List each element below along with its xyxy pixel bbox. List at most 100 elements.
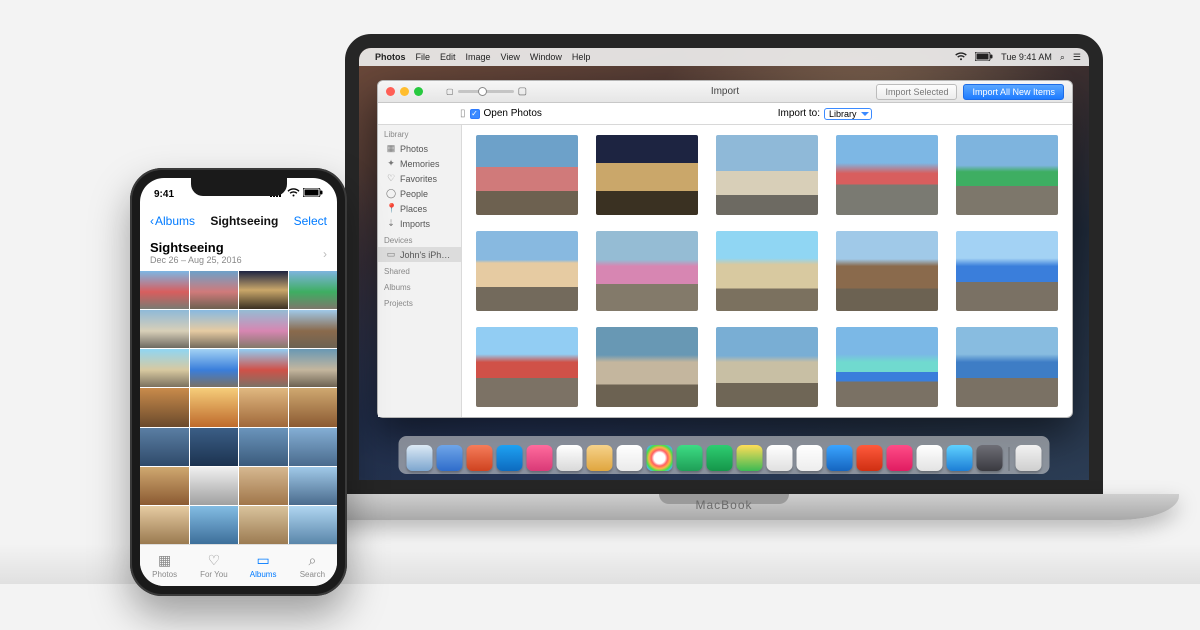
photo-thumbnail[interactable]: [289, 467, 338, 505]
dock-app-icon[interactable]: [947, 445, 973, 471]
photo-thumbnail[interactable]: [239, 388, 288, 426]
import-thumbnail[interactable]: [956, 231, 1058, 311]
dock-app-icon[interactable]: [497, 445, 523, 471]
dock-app-icon[interactable]: [857, 445, 883, 471]
notification-center-icon[interactable]: ☰: [1073, 52, 1081, 63]
menu-window[interactable]: Window: [530, 52, 562, 62]
dock-app-icon[interactable]: [737, 445, 763, 471]
import-thumbnail[interactable]: [716, 135, 818, 215]
dock-app-icon[interactable]: [707, 445, 733, 471]
import-selected-button[interactable]: Import Selected: [876, 84, 957, 100]
sidebar-item-john-s-iph-[interactable]: ▭John's iPh…: [378, 247, 461, 262]
photo-thumbnail[interactable]: [190, 310, 239, 348]
photo-thumbnail[interactable]: [190, 506, 239, 544]
thumbnail-zoom-slider[interactable]: ▢ ▢: [446, 86, 527, 97]
dock-app-icon[interactable]: [977, 445, 1003, 471]
dock-app-icon[interactable]: [467, 445, 493, 471]
photo-thumbnail[interactable]: [190, 349, 239, 387]
import-thumbnail[interactable]: [476, 231, 578, 311]
dock-app-icon[interactable]: [1016, 445, 1042, 471]
tab-for-you[interactable]: ♡For You: [189, 545, 238, 586]
sidebar-item-imports[interactable]: ⇣Imports: [378, 216, 461, 231]
import-thumbnail[interactable]: [716, 327, 818, 407]
photo-thumbnail[interactable]: [190, 271, 239, 309]
import-thumbnail[interactable]: [836, 135, 938, 215]
photo-thumbnail[interactable]: [239, 467, 288, 505]
photo-thumbnail[interactable]: [289, 310, 338, 348]
back-button[interactable]: ‹Albums: [150, 214, 195, 228]
photo-thumbnail[interactable]: [140, 310, 189, 348]
photo-thumbnail[interactable]: [289, 388, 338, 426]
import-to-select[interactable]: Library: [824, 108, 872, 120]
select-button[interactable]: Select: [294, 214, 327, 228]
sidebar-item-memories[interactable]: ✦Memories: [378, 156, 461, 171]
photo-thumbnail[interactable]: [140, 388, 189, 426]
album-header[interactable]: Sightseeing Dec 26 – Aug 25, 2016 ›: [140, 236, 337, 271]
window-titlebar[interactable]: ▢ ▢ Import Import Selected Import All Ne…: [378, 81, 1072, 103]
dock-app-icon[interactable]: [887, 445, 913, 471]
dock-app-icon[interactable]: [437, 445, 463, 471]
close-button[interactable]: [386, 87, 395, 96]
dock-app-icon[interactable]: [797, 445, 823, 471]
import-thumbnail[interactable]: [476, 327, 578, 407]
import-thumbnail[interactable]: [956, 135, 1058, 215]
menu-image[interactable]: Image: [466, 52, 491, 62]
import-thumbnail[interactable]: [596, 135, 698, 215]
dock-app-icon[interactable]: [557, 445, 583, 471]
dock-app-icon[interactable]: [587, 445, 613, 471]
sidebar-item-photos[interactable]: ▦Photos: [378, 141, 461, 156]
import-thumbnail[interactable]: [596, 231, 698, 311]
menu-edit[interactable]: Edit: [440, 52, 456, 62]
photo-thumbnail[interactable]: [239, 506, 288, 544]
sidebar-item-people[interactable]: ◯People: [378, 186, 461, 201]
import-thumbnail[interactable]: [836, 231, 938, 311]
open-photos-checkbox[interactable]: ✓: [470, 109, 480, 119]
tab-search[interactable]: ⌕Search: [288, 545, 337, 586]
album-photo-grid[interactable]: [140, 271, 337, 544]
photo-thumbnail[interactable]: [190, 428, 239, 466]
photo-thumbnail[interactable]: [239, 349, 288, 387]
dock-app-icon[interactable]: [527, 445, 553, 471]
photo-thumbnail[interactable]: [190, 467, 239, 505]
photo-thumbnail[interactable]: [140, 271, 189, 309]
zoom-button[interactable]: [414, 87, 423, 96]
import-thumbnail[interactable]: [476, 135, 578, 215]
photo-thumbnail[interactable]: [289, 349, 338, 387]
dock-app-icon[interactable]: [647, 445, 673, 471]
spotlight-icon[interactable]: ⌕: [1060, 52, 1065, 63]
battery-icon[interactable]: [975, 52, 993, 63]
photo-thumbnail[interactable]: [140, 349, 189, 387]
dock-app-icon[interactable]: [407, 445, 433, 471]
photo-thumbnail[interactable]: [289, 506, 338, 544]
import-thumbnail[interactable]: [836, 327, 938, 407]
menubar-clock[interactable]: Tue 9:41 AM: [1001, 52, 1052, 62]
dock-app-icon[interactable]: [917, 445, 943, 471]
photo-thumbnail[interactable]: [190, 388, 239, 426]
photo-thumbnail[interactable]: [289, 428, 338, 466]
dock-app-icon[interactable]: [617, 445, 643, 471]
import-all-button[interactable]: Import All New Items: [963, 84, 1064, 100]
menu-view[interactable]: View: [501, 52, 520, 62]
menu-help[interactable]: Help: [572, 52, 591, 62]
photo-thumbnail[interactable]: [239, 271, 288, 309]
minimize-button[interactable]: [400, 87, 409, 96]
wifi-icon[interactable]: [955, 52, 967, 63]
tab-albums[interactable]: ▭Albums: [239, 545, 288, 586]
menu-file[interactable]: File: [416, 52, 431, 62]
tab-photos[interactable]: ▦Photos: [140, 545, 189, 586]
photo-thumbnail[interactable]: [140, 467, 189, 505]
photo-thumbnail[interactable]: [140, 506, 189, 544]
photo-thumbnail[interactable]: [239, 428, 288, 466]
dock-app-icon[interactable]: [677, 445, 703, 471]
sidebar-item-places[interactable]: 📍Places: [378, 201, 461, 216]
import-thumbnail[interactable]: [596, 327, 698, 407]
photo-thumbnail[interactable]: [239, 310, 288, 348]
import-thumbnail[interactable]: [716, 231, 818, 311]
sidebar-item-favorites[interactable]: ♡Favorites: [378, 171, 461, 186]
dock-app-icon[interactable]: [827, 445, 853, 471]
menubar-app-name[interactable]: Photos: [375, 52, 406, 62]
photo-thumbnail[interactable]: [140, 428, 189, 466]
dock-app-icon[interactable]: [767, 445, 793, 471]
import-thumbnail[interactable]: [956, 327, 1058, 407]
photo-thumbnail[interactable]: [289, 271, 338, 309]
